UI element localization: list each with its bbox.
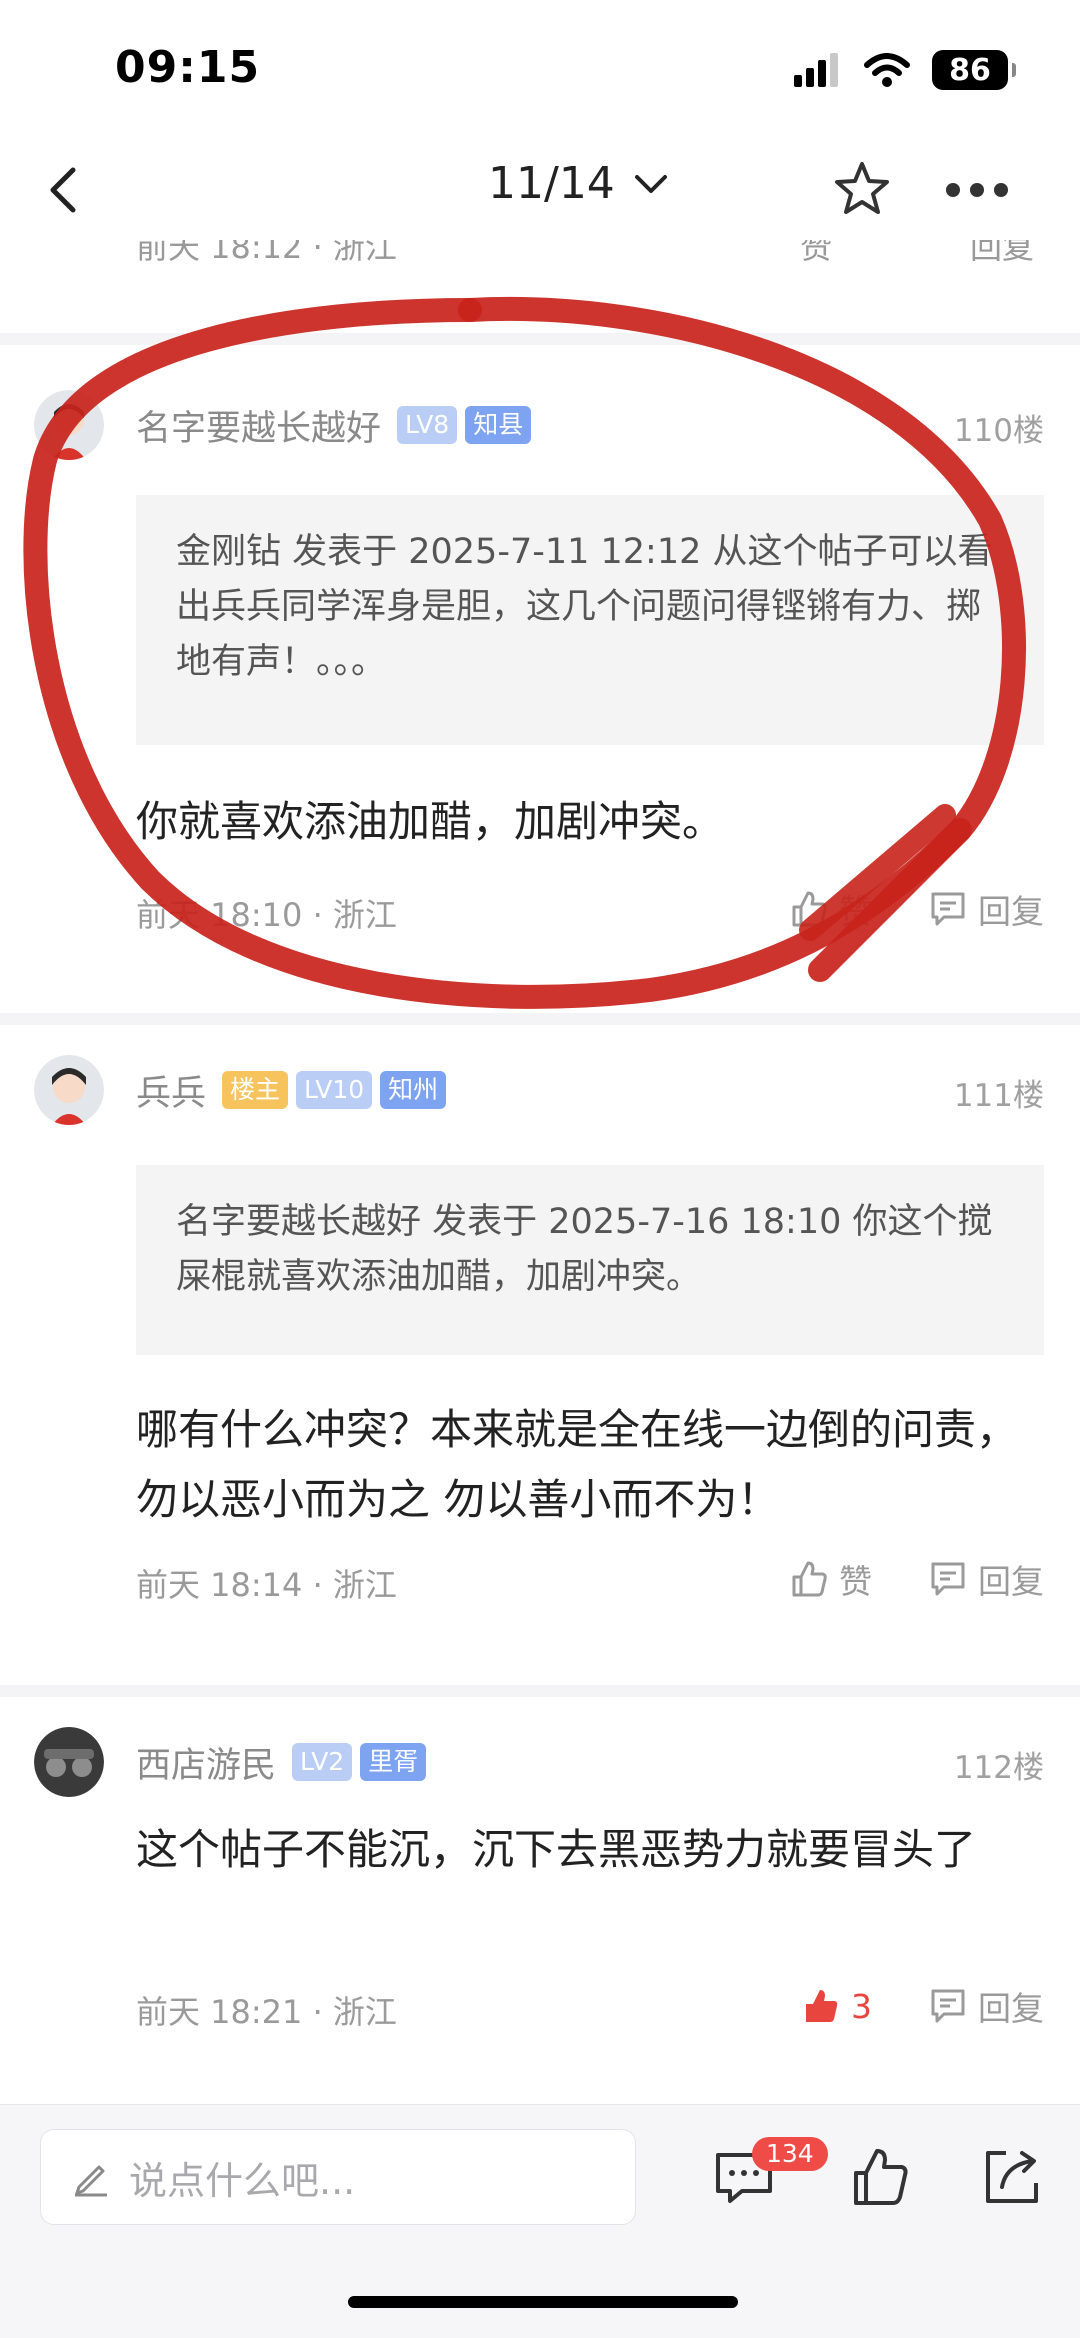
comment-actions: 赞 回复 [789,1555,1044,1603]
divider [0,333,1080,345]
comment-112: 西店游民 LV2 里胥 112楼 这个帖子不能沉，沉下去黑恶势力就要冒头了 前天… [0,1697,1080,2104]
like-count: 3 [851,1986,872,2026]
comment-110: 名字要越长越好 LV8 知县 110楼 金刚钻 发表于 2025-7-11 12… [0,345,1080,1013]
avatar[interactable] [34,1055,104,1125]
avatar-image [34,1727,104,1797]
username[interactable]: 名字要越长越好 [136,400,381,451]
floor-number: 112楼 [953,1750,1044,1786]
reply-button[interactable]: 回复 [928,1555,1044,1603]
signal-icon [794,53,838,87]
pencil-icon [75,2165,107,2197]
status-icons: 86 [794,50,1016,90]
floor-number: 110楼 [953,413,1044,449]
level-badge: LV8 [397,406,458,444]
like-label: 赞 [839,892,872,931]
divider [0,1685,1080,1697]
like-button[interactable]: 赞 [789,1555,872,1603]
status-bar: 09:15 86 [0,0,1080,140]
owner-badge: 楼主 [222,1071,289,1109]
share-icon[interactable] [980,2145,1044,2209]
comment-count-badge: 134 [752,2137,828,2171]
comment-meta: 前天 18:10 · 浙江 [136,896,397,934]
comment-meta: 前天 18:14 · 浙江 [136,1566,397,1604]
comment-input-placeholder: 说点什么吧... [129,2158,356,2203]
like-button[interactable]: 赞 [789,885,872,933]
chevron-down-icon [634,174,667,193]
reply-button[interactable]: 回复 [928,1982,1044,2030]
reply-label: 回复 [978,1562,1044,1601]
like-label: 赞 [839,1562,872,1601]
star-icon[interactable] [830,158,894,222]
comment-meta: 前天 18:21 · 浙江 [136,1993,397,2031]
avatar[interactable] [34,1727,104,1797]
battery-indicator: 86 [932,50,1016,90]
like-button[interactable]: 3 [801,1986,872,2026]
thumb-up-icon [806,1990,838,2022]
reply-label: 回复 [978,892,1044,931]
rank-badge: 里胥 [360,1743,427,1781]
back-icon[interactable] [35,160,95,220]
level-badge: LV2 [292,1743,353,1781]
comment-111: 兵兵 楼主 LV10 知州 111楼 名字要越长越好 发表于 2025-7-16… [0,1025,1080,1685]
comment-actions: 赞 回复 [789,885,1044,933]
quoted-comment[interactable]: 金刚钻 发表于 2025-7-11 12:12 从这个帖子可以看出兵兵同学浑身是… [136,495,1044,745]
comment-input[interactable]: 说点什么吧... [40,2129,636,2225]
comment-actions: 3 回复 [801,1982,1044,2030]
floor-number: 111楼 [953,1078,1044,1114]
comment-header: 兵兵 楼主 LV10 知州 [136,1065,447,1116]
comment-text: 哪有什么冲突？本来就是全在线一边倒的问责，勿以恶小而为之 勿以善小而不为！ [136,1405,1019,1524]
reply-icon [931,1989,965,2023]
divider [0,1013,1080,1025]
rank-badge: 知州 [380,1071,447,1109]
quoted-comment[interactable]: 名字要越长越好 发表于 2025-7-16 18:10 你这个搅屎棍就喜欢添油加… [136,1165,1044,1355]
thumb-up-icon[interactable] [848,2145,912,2209]
reply-icon [931,892,965,926]
level-badge: LV10 [296,1071,373,1109]
comment-header: 名字要越长越好 LV8 知县 [136,400,532,451]
thumb-up-icon [792,891,827,927]
avatar[interactable] [34,390,104,460]
home-indicator [348,2296,738,2308]
comment-text: 这个帖子不能沉，沉下去黑恶势力就要冒头了 [136,1825,977,1874]
comment-header: 西店游民 LV2 里胥 [136,1737,427,1788]
reply-icon [931,1562,965,1596]
rank-badge: 知县 [465,406,532,444]
nav-bar: 11/14 [0,140,1080,240]
reply-button[interactable]: 回复 [928,885,1044,933]
reply-label: 回复 [978,1989,1044,2028]
avatar-image [34,1055,104,1125]
avatar-image [34,390,104,460]
page-indicator[interactable]: 11/14 [488,158,669,209]
wifi-icon [864,53,910,87]
page-indicator-label: 11/14 [488,158,615,209]
thumb-up-icon [792,1561,827,1597]
status-time: 09:15 [115,42,261,93]
comment-text: 你就喜欢添油加醋，加剧冲突。 [136,797,725,846]
more-icon[interactable] [944,170,1010,210]
username[interactable]: 西店游民 [136,1737,276,1788]
username[interactable]: 兵兵 [136,1065,206,1116]
